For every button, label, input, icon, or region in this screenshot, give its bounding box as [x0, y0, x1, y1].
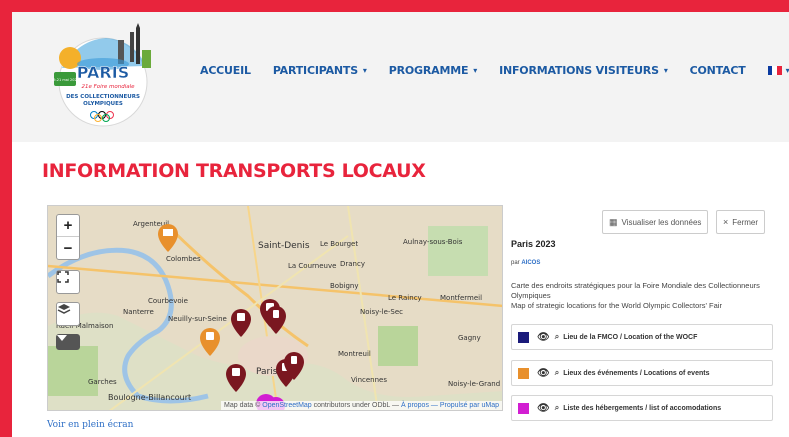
- eye-icon[interactable]: 👁: [537, 403, 550, 414]
- nav-item-informations-visiteurs[interactable]: INFORMATIONS VISITEURS ▾: [499, 64, 668, 77]
- chevron-down-icon: ▾: [473, 66, 478, 75]
- nav-item-label: INFORMATIONS VISITEURS: [499, 64, 659, 77]
- map-label: Le Bourget: [320, 240, 358, 248]
- chevron-down-icon: [57, 335, 67, 341]
- map-label: Neuilly-sur-Seine: [168, 315, 227, 323]
- logo-dates: 19-21 mai 2023: [51, 78, 79, 82]
- main-nav: ACCUEIL PARTICIPANTS ▾ PROGRAMME ▾ INFOR…: [200, 64, 789, 77]
- osm-link[interactable]: OpenStreetMap: [262, 402, 311, 409]
- map-label: Saint-Denis: [258, 241, 310, 251]
- zoom-in-button[interactable]: +: [57, 215, 79, 237]
- forest-area: [378, 326, 418, 366]
- map-label: Courbevoie: [148, 297, 188, 305]
- map-label: Colombes: [166, 255, 201, 263]
- map-label: Gagny: [458, 334, 481, 342]
- nav-item-contact[interactable]: CONTACT: [690, 64, 746, 77]
- close-label: Fermer: [732, 217, 759, 227]
- close-icon: ×: [723, 217, 729, 227]
- attribution-prefix: Map data ©: [224, 402, 261, 409]
- zoom-out-button[interactable]: −: [57, 237, 79, 259]
- search-icon[interactable]: ⌕: [555, 368, 559, 378]
- eye-icon[interactable]: 👁: [537, 332, 550, 343]
- author-link[interactable]: AICOS: [521, 260, 540, 266]
- more-control: [56, 334, 80, 350]
- chevron-down-icon: ▾: [663, 66, 668, 75]
- map-label: La Courneuve: [288, 262, 336, 270]
- view-data-button[interactable]: ▦ Visualiser les données: [602, 210, 709, 234]
- layer-label: Lieu de la FMCO / Location of the WOCF: [563, 333, 698, 341]
- nav-item-programme[interactable]: PROGRAMME ▾: [388, 64, 478, 77]
- table-icon: ▦: [609, 216, 618, 227]
- map-author: par AICOS: [511, 260, 540, 266]
- top-border: [0, 0, 789, 12]
- layers-icon: [57, 304, 71, 314]
- chevron-down-icon: ▾: [362, 66, 367, 75]
- map-label: Boulogne-Billancourt: [108, 393, 191, 402]
- logo-line1: DES COLLECTIONNEURS: [66, 94, 140, 100]
- nav-item-label: ACCUEIL: [200, 64, 251, 77]
- layer-color-swatch: [518, 331, 529, 343]
- layer-label: Liste des hébergements / list of accomod…: [563, 404, 722, 412]
- layer-color-swatch: [518, 402, 529, 414]
- fullscreen-button[interactable]: [57, 271, 79, 293]
- search-icon[interactable]: ⌕: [555, 332, 559, 342]
- search-icon[interactable]: ⌕: [555, 403, 559, 413]
- map-label: Noisy-le-Grand: [448, 380, 500, 388]
- nav-item-label: CONTACT: [689, 64, 746, 77]
- logo-line2: OLYMPIQUES: [83, 101, 123, 107]
- attribution-middle: contributors under ODbL —: [313, 402, 399, 409]
- description-fr: Carte des endroits stratégiques pour la …: [511, 281, 760, 300]
- nav-item-label: PROGRAMME: [388, 64, 469, 77]
- map-tiles: Argenteuil Saint-Denis Le Bourget Aulnay…: [48, 206, 502, 410]
- layer-row[interactable]: 👁 ⌕ Liste des hébergements / list of acc…: [511, 395, 773, 421]
- page-title: INFORMATION TRANSPORTS LOCAUX: [42, 160, 426, 182]
- fullscreen-icon: [57, 271, 69, 283]
- eye-icon[interactable]: 👁: [537, 368, 550, 379]
- map-label: Montfermeil: [440, 294, 482, 302]
- zoom-control: + −: [56, 214, 80, 260]
- map-label: Paris: [256, 367, 278, 377]
- forest-area: [48, 346, 98, 396]
- fullscreen-control: [56, 270, 80, 294]
- map-canvas[interactable]: Argenteuil Saint-Denis Le Bourget Aulnay…: [47, 205, 503, 411]
- map-label: Aulnay-sous-Bois: [403, 238, 463, 246]
- map-label: Drancy: [340, 260, 365, 268]
- map-label: Bobigny: [330, 282, 359, 290]
- nav-item-participants[interactable]: PARTICIPANTS ▾: [273, 64, 367, 77]
- layer-row[interactable]: 👁 ⌕ Lieu de la FMCO / Location of the WO…: [511, 324, 773, 350]
- map-attribution: Map data © OpenStreetMap contributors un…: [221, 401, 502, 410]
- more-controls-button[interactable]: [57, 335, 79, 349]
- chevron-down-icon: ▾: [785, 66, 789, 75]
- logo-subtitle: 21e Foire mondiale: [81, 84, 135, 90]
- layers-control: [56, 302, 80, 326]
- map-label: Le Raincy: [388, 294, 422, 302]
- description-en: Map of strategic locations for the World…: [511, 301, 722, 310]
- view-data-label: Visualiser les données: [621, 217, 702, 227]
- layer-label: Lieux des événements / Locations of even…: [563, 369, 710, 377]
- map-label: Noisy-le-Sec: [360, 308, 403, 316]
- left-border: [0, 0, 12, 437]
- map-title: Paris 2023: [511, 239, 556, 249]
- forest-area: [428, 226, 488, 276]
- site-logo[interactable]: PARIS 21e Foire mondiale DES COLLECTIONN…: [48, 20, 158, 132]
- logo-title: PARIS: [77, 63, 129, 82]
- map-label: Montreuil: [338, 350, 371, 358]
- map-label: Vincennes: [351, 376, 387, 384]
- layer-row[interactable]: 👁 ⌕ Lieux des événements / Locations of …: [511, 360, 773, 386]
- map-label: Garches: [88, 378, 117, 386]
- flag-fr-icon: [767, 66, 782, 75]
- map-info-panel: ▦ Visualiser les données × Fermer Paris …: [505, 205, 773, 421]
- by-label: par: [511, 260, 520, 266]
- layers-button[interactable]: [57, 303, 79, 325]
- map-description: Carte des endroits stratégiques pour la …: [511, 281, 769, 311]
- umap-credit-link[interactable]: À propos — Propulsé par uMap: [401, 402, 499, 409]
- nav-item-label: PARTICIPANTS: [272, 64, 358, 77]
- map-label: Nanterre: [123, 308, 154, 316]
- close-button[interactable]: × Fermer: [716, 210, 766, 234]
- layer-color-swatch: [518, 367, 529, 379]
- nav-item-accueil[interactable]: ACCUEIL: [200, 64, 251, 77]
- fullscreen-link[interactable]: Voir en plein écran: [47, 420, 133, 430]
- language-switcher[interactable]: ▾: [767, 66, 789, 75]
